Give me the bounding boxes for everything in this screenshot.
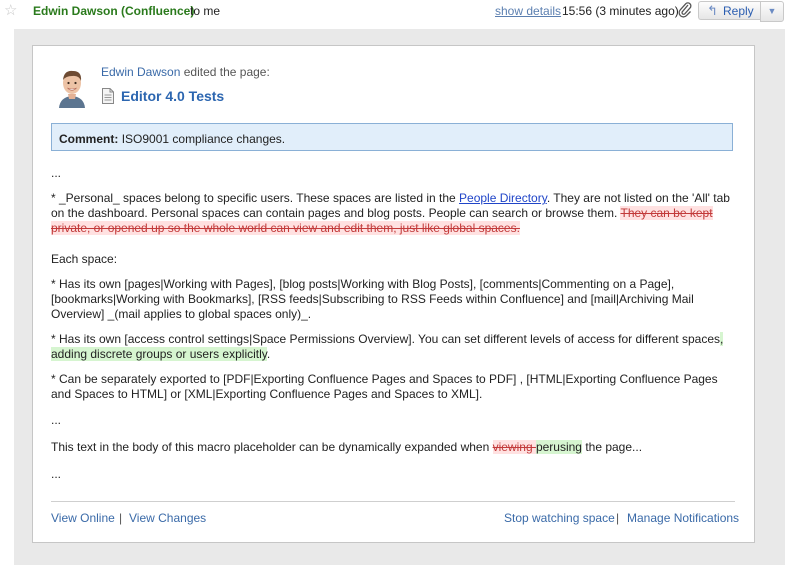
chevron-down-icon: ▼ bbox=[767, 6, 777, 16]
sender-name[interactable]: Edwin Dawson (Confluence) bbox=[33, 4, 194, 18]
view-changes-link[interactable]: View Changes bbox=[129, 511, 206, 525]
comment-text: ISO9001 compliance changes. bbox=[121, 132, 286, 146]
document-icon bbox=[102, 88, 114, 104]
paperclip-icon bbox=[678, 2, 692, 18]
reply-arrow-icon: ↰ bbox=[707, 3, 718, 18]
message-header: ☆ Edwin Dawson (Confluence) to me show d… bbox=[0, 0, 786, 24]
star-icon[interactable]: ☆ bbox=[4, 2, 17, 20]
comment-label: Comment: bbox=[59, 132, 119, 146]
paragraph-export: * Can be separately exported to [PDF|Exp… bbox=[51, 372, 718, 401]
reply-options-button[interactable]: ▼ bbox=[760, 1, 784, 22]
stop-watching-link[interactable]: Stop watching space bbox=[504, 511, 615, 525]
message-time: 15:56 (3 minutes ago) bbox=[562, 4, 679, 18]
reply-label: Reply bbox=[723, 4, 754, 18]
inserted-text: perusing bbox=[535, 440, 582, 454]
ellipsis-top: ... bbox=[51, 166, 62, 180]
view-online-link[interactable]: View Online bbox=[51, 511, 115, 525]
footer-separator: | bbox=[616, 511, 620, 525]
avatar[interactable] bbox=[55, 66, 89, 108]
deleted-text: viewing bbox=[492, 440, 536, 454]
paragraph-space-features: * Has its own [pages|Working with Pages]… bbox=[51, 277, 694, 321]
recipient-label: to me bbox=[190, 4, 221, 18]
paragraph-macro: This text in the body of this macro plac… bbox=[51, 440, 643, 454]
footer-divider bbox=[51, 501, 735, 502]
footer-separator: | bbox=[119, 511, 123, 525]
ellipsis-middle: ... bbox=[51, 413, 62, 427]
comment-box: Comment: ISO9001 compliance changes. bbox=[51, 123, 733, 151]
show-details-link[interactable]: show details bbox=[495, 4, 561, 18]
people-directory-link[interactable]: People Directory bbox=[459, 191, 547, 205]
editor-name-link[interactable]: Edwin Dawson bbox=[101, 65, 180, 79]
ellipsis-bottom: ... bbox=[51, 467, 62, 481]
edit-summary: Edwin Dawson edited the page: bbox=[101, 65, 270, 79]
each-space-label: Each space: bbox=[51, 252, 118, 266]
page-title-link[interactable]: Editor 4.0 Tests bbox=[121, 88, 224, 104]
manage-notifications-link[interactable]: Manage Notifications bbox=[627, 511, 739, 525]
paragraph-personal-spaces: * _Personal_ spaces belong to specific u… bbox=[51, 191, 730, 235]
paragraph-access-control: * Has its own [access control settings|S… bbox=[51, 332, 724, 361]
edit-action-text: edited the page: bbox=[183, 65, 270, 79]
reply-button[interactable]: ↰ Reply bbox=[698, 1, 760, 20]
